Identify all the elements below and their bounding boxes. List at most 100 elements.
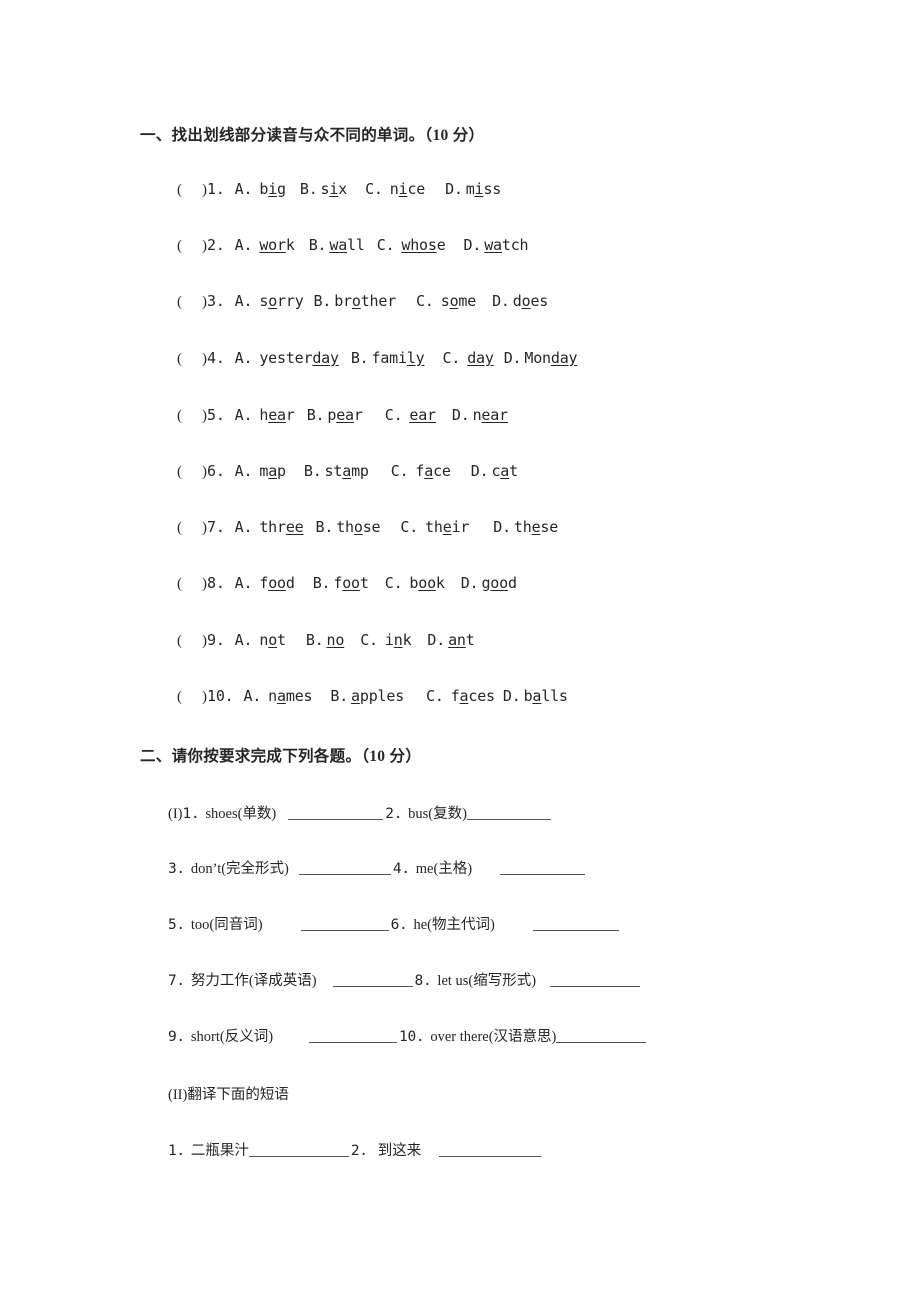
answer-box[interactable]: () bbox=[177, 520, 207, 536]
word-part: lls bbox=[541, 687, 568, 705]
option-b: B. six bbox=[300, 180, 347, 198]
answer-box[interactable]: () bbox=[177, 464, 207, 480]
word-part: k bbox=[285, 236, 295, 254]
question-number: 8. bbox=[207, 574, 225, 592]
word-part: f bbox=[259, 574, 269, 592]
word-part: ther bbox=[360, 292, 397, 310]
answer-box[interactable]: () bbox=[177, 294, 207, 310]
option-b: B. those bbox=[316, 518, 381, 536]
question-row-4: ()4. A. yesterday B. family C. day D. Monday bbox=[177, 349, 578, 368]
option-word: map bbox=[259, 462, 286, 480]
word-part: r bbox=[353, 406, 363, 424]
word-part: x bbox=[338, 180, 348, 198]
word-part: ss bbox=[483, 180, 502, 198]
answer-blank[interactable] bbox=[556, 1028, 647, 1043]
word-part: ces bbox=[468, 687, 495, 705]
answer-blank[interactable] bbox=[500, 860, 586, 875]
answer-blank[interactable] bbox=[439, 1142, 542, 1157]
option-letter: B. bbox=[330, 687, 349, 705]
option-d: D. Monday bbox=[504, 349, 578, 367]
option-a: A. sorry bbox=[235, 292, 304, 310]
word-part: k bbox=[402, 631, 412, 649]
option-word: cat bbox=[491, 462, 518, 480]
answer-blank[interactable] bbox=[466, 805, 551, 820]
word-part-underlined: wor bbox=[259, 236, 286, 254]
option-word: three bbox=[259, 518, 303, 536]
word-part-underlined: oo bbox=[268, 574, 286, 592]
item-prompt: let us(缩写形式) bbox=[437, 973, 537, 989]
answer-blank[interactable] bbox=[532, 916, 619, 931]
answer-blank[interactable] bbox=[288, 805, 384, 820]
option-word: does bbox=[513, 292, 549, 310]
option-word: ear bbox=[409, 406, 436, 424]
bracket-open: ( bbox=[177, 689, 182, 705]
word-part-underlined: ee bbox=[285, 518, 304, 536]
section-2-heading: 二、请你按要求完成下列各题。（10 分） bbox=[140, 748, 422, 765]
option-letter: C. bbox=[360, 631, 378, 649]
word-part: ll bbox=[347, 236, 365, 254]
answer-blank[interactable] bbox=[298, 860, 391, 875]
answer-blank[interactable] bbox=[309, 1028, 398, 1043]
word-part: Mon bbox=[524, 349, 551, 367]
option-letter: A. bbox=[234, 518, 253, 536]
question-row-8: ()8. A. food B. foot C. book D. good bbox=[177, 574, 517, 593]
answer-blank[interactable] bbox=[550, 972, 641, 987]
answer-box[interactable]: () bbox=[177, 238, 207, 254]
answer-box[interactable]: () bbox=[177, 576, 207, 592]
option-word: sorry bbox=[259, 292, 303, 310]
word-part: mp bbox=[351, 462, 369, 480]
word-part: d bbox=[507, 574, 517, 592]
option-letter: B. bbox=[306, 406, 325, 424]
word-part-underlined: wa bbox=[329, 236, 348, 254]
option-c: C. faces bbox=[426, 687, 495, 705]
option-a: A. three bbox=[235, 518, 304, 536]
option-b: B. brother bbox=[314, 292, 397, 310]
option-d: D. balls bbox=[503, 687, 568, 705]
word-part-underlined: no bbox=[326, 631, 345, 649]
fill-blank-item: 1. shoes(单数) bbox=[183, 806, 384, 822]
word-part: n bbox=[389, 180, 399, 198]
option-word: no bbox=[327, 631, 345, 649]
item-prompt: me(主格) bbox=[415, 861, 473, 877]
answer-box[interactable]: () bbox=[177, 351, 207, 367]
answer-box[interactable]: () bbox=[177, 408, 207, 424]
option-b: B. wall bbox=[309, 236, 365, 254]
translate-item: 1. 二瓶果汁 bbox=[168, 1143, 349, 1159]
word-part-underlined: ear bbox=[481, 406, 508, 424]
option-word: miss bbox=[466, 180, 502, 198]
option-a: A. big bbox=[235, 180, 286, 198]
option-letter: D. bbox=[451, 406, 470, 424]
answer-box[interactable]: () bbox=[177, 689, 207, 705]
option-word: ant bbox=[448, 631, 475, 649]
option-a: A. yesterday bbox=[235, 349, 339, 367]
word-part: ir bbox=[451, 518, 470, 536]
answer-box[interactable]: () bbox=[177, 633, 207, 649]
bracket-open: ( bbox=[177, 633, 182, 649]
answer-blank[interactable] bbox=[248, 1142, 349, 1157]
answer-box[interactable]: () bbox=[177, 182, 207, 198]
option-letter: B. bbox=[350, 349, 369, 367]
option-word: names bbox=[268, 687, 312, 705]
option-word: food bbox=[259, 574, 295, 592]
word-part: th bbox=[336, 518, 354, 536]
word-part: h bbox=[259, 406, 269, 424]
word-part-underlined: a bbox=[351, 687, 360, 705]
question-number: 1. bbox=[207, 180, 225, 198]
item-prompt: don’t(完全形式) bbox=[190, 861, 289, 877]
question-number: 7. bbox=[207, 518, 225, 536]
word-part: es bbox=[530, 292, 549, 310]
option-word: day bbox=[467, 349, 494, 367]
word-part: k bbox=[435, 574, 445, 592]
word-part-underlined: day bbox=[467, 349, 494, 367]
answer-blank[interactable] bbox=[332, 972, 413, 987]
word-part-underlined: oo bbox=[342, 574, 360, 592]
word-part: d bbox=[285, 574, 295, 592]
option-letter: C. bbox=[390, 462, 409, 480]
item-number: 1. bbox=[168, 1143, 185, 1159]
fill-blank-item: 9. short(反义词) bbox=[168, 1028, 398, 1045]
answer-blank[interactable] bbox=[300, 916, 389, 931]
fill-blank-item: 7. 努力工作(译成英语) bbox=[168, 973, 413, 989]
option-b: B. no bbox=[306, 631, 345, 649]
option-word: these bbox=[514, 518, 558, 536]
word-part: rry bbox=[277, 292, 304, 310]
